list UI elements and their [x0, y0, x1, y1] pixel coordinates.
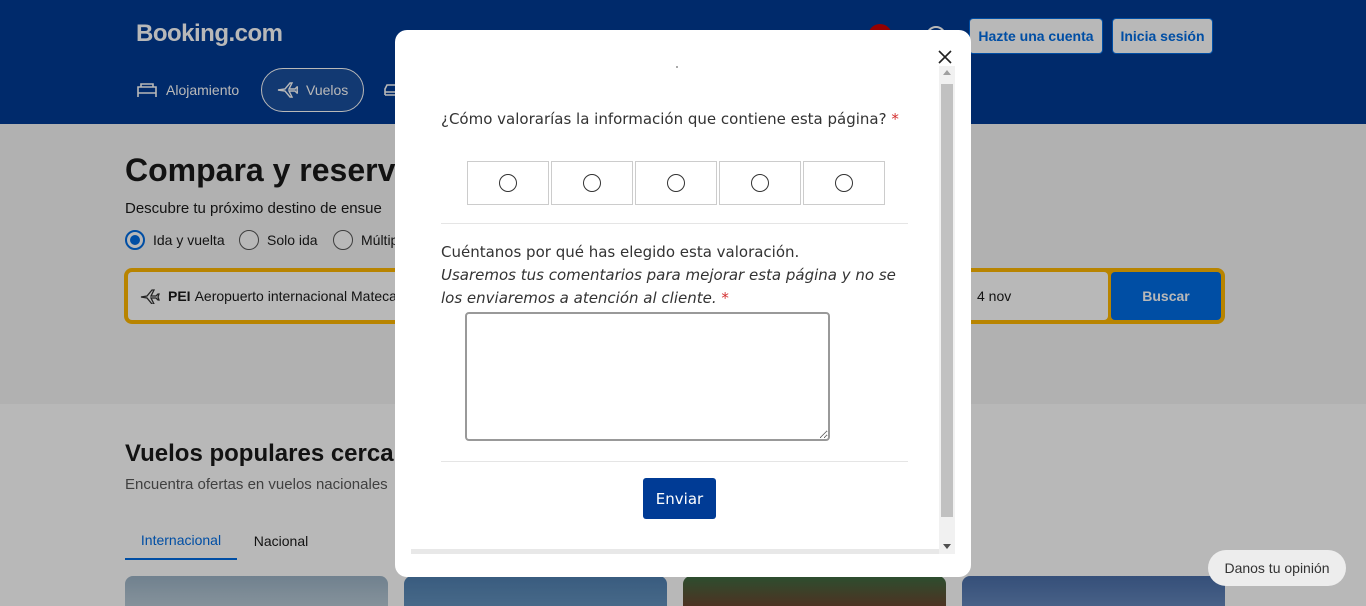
rating-option-5[interactable] [803, 161, 885, 205]
rating-question: ¿Cómo valorarías la información que cont… [441, 110, 899, 128]
rating-options [467, 161, 887, 205]
scroll-down-icon[interactable] [943, 544, 951, 549]
radio-icon [499, 174, 517, 192]
rating-option-3[interactable] [635, 161, 717, 205]
radio-icon [751, 174, 769, 192]
radio-icon [583, 174, 601, 192]
required-mark: * [721, 289, 729, 307]
comment-question-note: Usaremos tus comentarios para mejorar es… [441, 266, 896, 307]
divider [441, 461, 908, 462]
radio-icon [835, 174, 853, 192]
comment-textarea[interactable] [465, 312, 830, 441]
modal-scrollbar-thumb[interactable] [941, 84, 953, 517]
radio-icon [667, 174, 685, 192]
rating-question-text: ¿Cómo valorarías la información que cont… [441, 110, 887, 128]
divider [441, 223, 908, 224]
rating-option-4[interactable] [719, 161, 801, 205]
comment-question-text: Cuéntanos por qué has elegido esta valor… [441, 243, 800, 261]
rating-option-2[interactable] [551, 161, 633, 205]
horizontal-scrollbar[interactable] [411, 549, 939, 554]
send-button[interactable]: Enviar [643, 478, 716, 519]
close-icon[interactable] [935, 47, 955, 67]
feedback-tab-button[interactable]: Danos tu opinión [1208, 550, 1346, 586]
scroll-up-icon[interactable] [943, 70, 951, 75]
required-mark: * [891, 110, 899, 128]
loading-dot [676, 66, 678, 68]
comment-question: Cuéntanos por qué has elegido esta valor… [441, 241, 911, 310]
rating-option-1[interactable] [467, 161, 549, 205]
